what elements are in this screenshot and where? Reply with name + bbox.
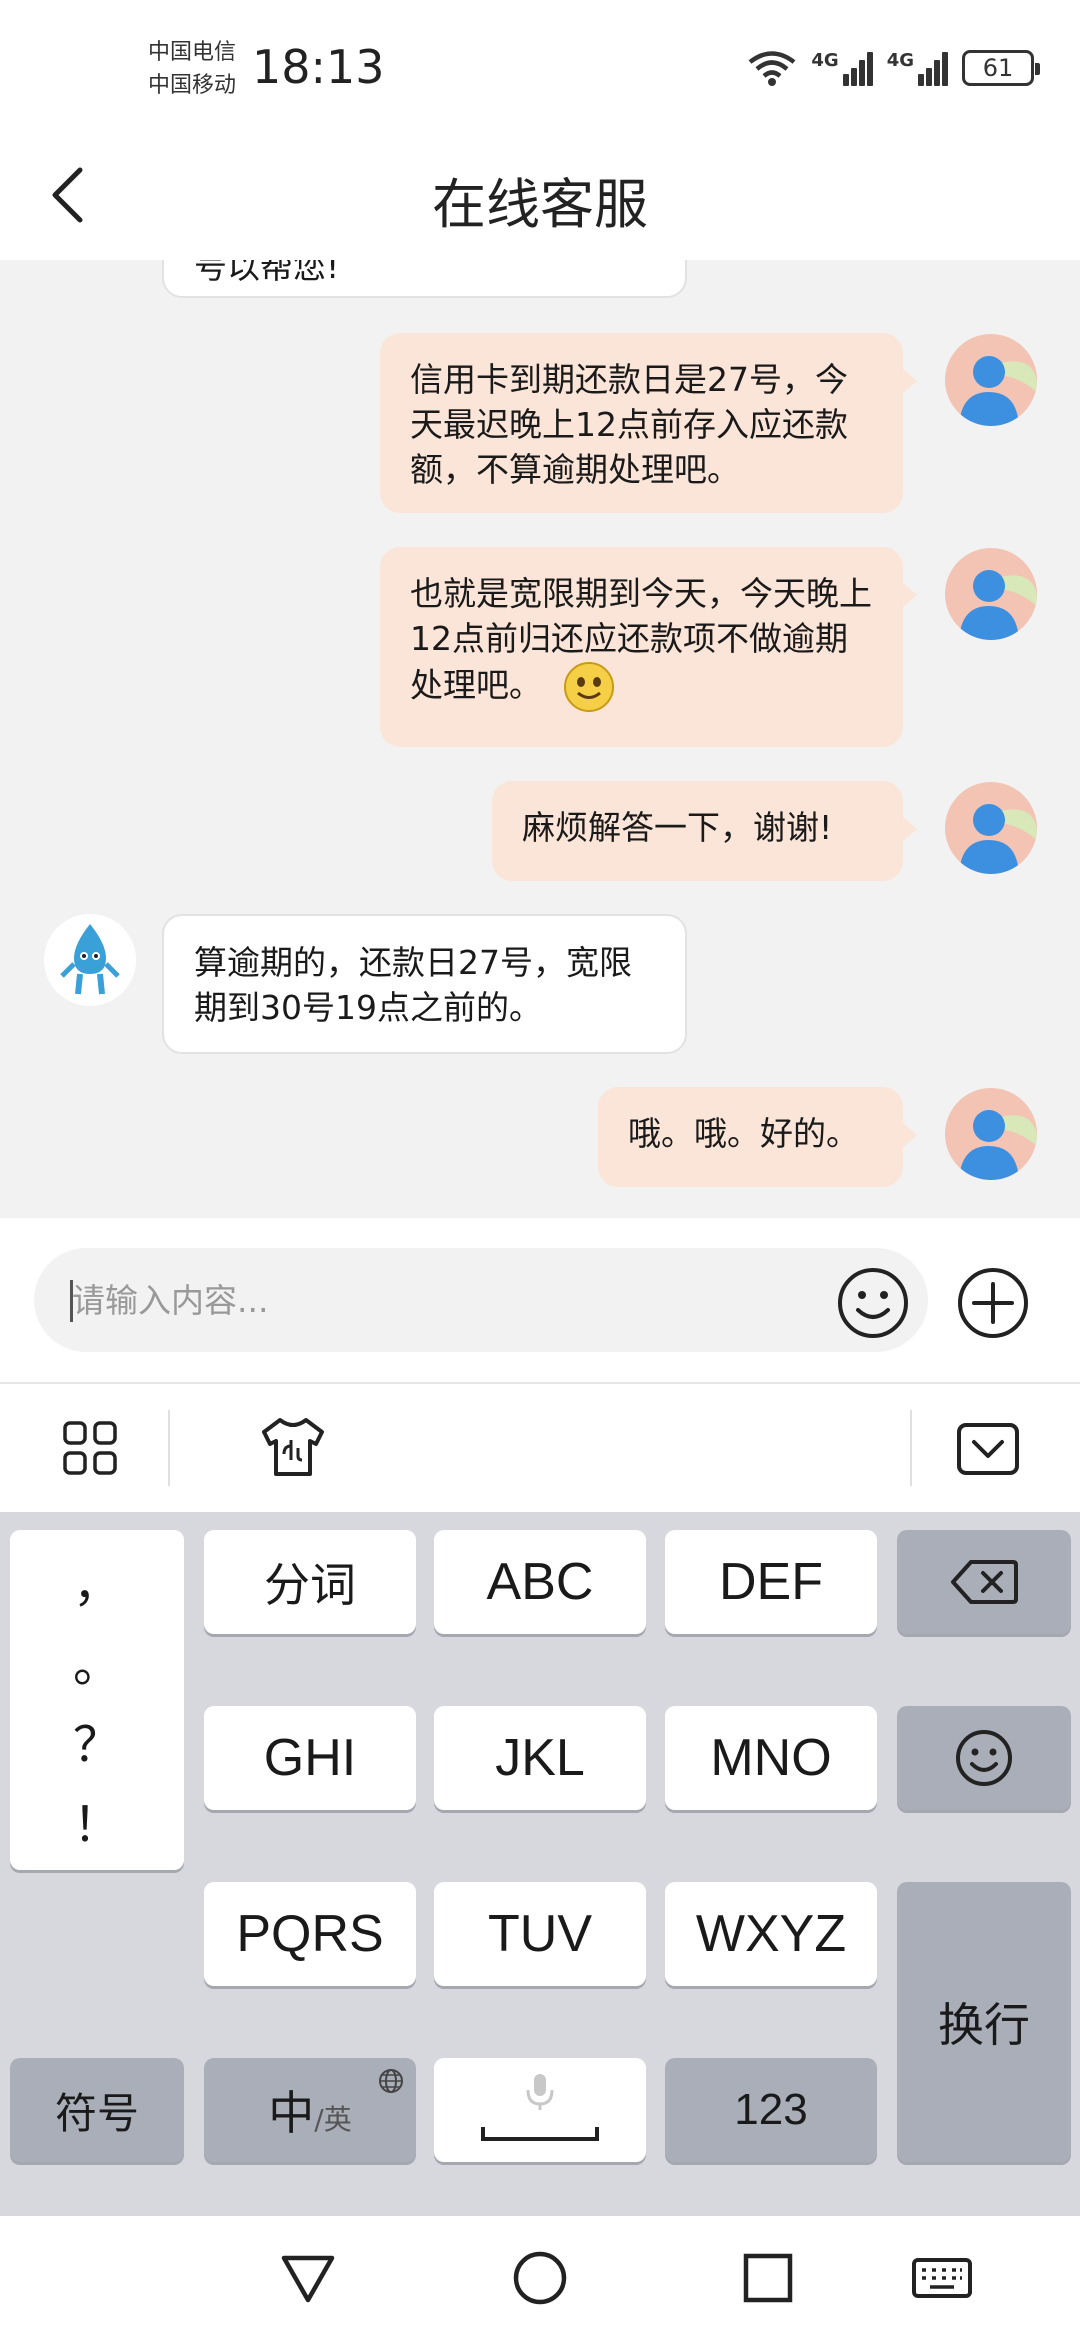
symbols-key[interactable]: 符号: [10, 2058, 184, 2162]
user-avatar-icon[interactable]: [945, 782, 1037, 874]
carrier-names: 中国电信 中国移动: [148, 36, 236, 102]
lang-main-label: 中: [268, 2086, 315, 2140]
user-avatar-icon[interactable]: [945, 334, 1037, 426]
message-input[interactable]: [72, 1248, 832, 1352]
message-text: 号以帮您!: [194, 260, 340, 286]
carrier-1: 中国电信: [148, 40, 237, 65]
key-mno[interactable]: MNO: [665, 1706, 877, 1810]
chat-messages[interactable]: 号以帮您! 信用卡到期还款日是27号，今天最迟晚上12点前存入应还款额，不算逾期…: [0, 260, 1080, 1218]
punctuation-key-column: ， 。 ？ ！: [10, 1530, 184, 1870]
backspace-icon: [951, 1560, 1018, 1604]
wifi-icon: [749, 51, 796, 86]
add-attachment-icon[interactable]: [956, 1266, 1030, 1340]
key-tuv[interactable]: TUV: [434, 1882, 646, 1986]
battery-level: 61: [982, 54, 1014, 82]
toolbar-divider: [910, 1410, 912, 1486]
message-bubble-partial: 号以帮您!: [162, 260, 687, 298]
punct-key-exclaim[interactable]: ！: [73, 1785, 121, 1855]
punct-key-comma[interactable]: ，: [73, 1545, 121, 1615]
message-text: 哦。哦。好的。: [628, 1114, 859, 1153]
message-bubble-bot: 算逾期的，还款日27号，宽限期到30号19点之前的。: [162, 914, 687, 1054]
lang-sub-label: /英: [314, 2103, 352, 2136]
key-wxyz[interactable]: WXYZ: [665, 1882, 877, 1986]
carrier-2: 中国移动: [148, 73, 237, 98]
skin-theme-icon[interactable]: [258, 1414, 328, 1480]
user-avatar-icon[interactable]: [945, 1088, 1037, 1180]
page-title: 在线客服: [432, 173, 648, 236]
message-input-bar: [0, 1218, 1080, 1384]
hide-keyboard-icon[interactable]: [956, 1422, 1020, 1476]
key-pqrs[interactable]: PQRS: [204, 1882, 416, 1986]
enter-key[interactable]: 换行: [897, 1882, 1071, 2162]
space-key[interactable]: [434, 2058, 646, 2162]
network-type-2: 4G: [886, 50, 914, 71]
status-icons: 4G 4G 61: [747, 48, 1040, 88]
message-field[interactable]: [34, 1248, 928, 1352]
key-def[interactable]: DEF: [665, 1530, 877, 1634]
nav-keyboard-icon[interactable]: [908, 2244, 976, 2312]
message-text: 信用卡到期还款日是27号，今天最迟晚上12点前存入应还款额，不算逾期处理吧。: [410, 360, 848, 489]
nav-recents-icon[interactable]: [734, 2244, 802, 2312]
t9-keyboard: ， 。 ？ ！ 分词 ABC DEF GHI JKL MNO PQRS TUV …: [0, 1512, 1080, 2216]
key-segment[interactable]: 分词: [204, 1530, 416, 1634]
smiley-icon: [956, 1730, 1012, 1786]
signal-1-icon: 4G: [811, 50, 873, 86]
language-switch-key[interactable]: 中/英: [204, 2058, 416, 2162]
nav-home-icon[interactable]: [506, 2244, 574, 2312]
message-bubble-user: 哦。哦。好的。: [598, 1087, 917, 1187]
user-avatar-icon[interactable]: [945, 548, 1037, 640]
system-nav-bar: [0, 2216, 1080, 2340]
nav-back-icon[interactable]: [274, 2244, 342, 2312]
emoji-key[interactable]: [897, 1706, 1071, 1810]
bot-avatar-icon[interactable]: [44, 914, 136, 1006]
microphone-icon: [526, 2074, 554, 2110]
key-ghi[interactable]: GHI: [204, 1706, 416, 1810]
keyboard-toolbar: [0, 1384, 1080, 1512]
toolbar-divider: [168, 1410, 170, 1486]
space-bar-icon: [481, 2127, 599, 2141]
clock: 18:13: [252, 40, 385, 94]
message-text: 算逾期的，还款日27号，宽限期到30号19点之前的。: [194, 943, 632, 1027]
message-text: 麻烦解答一下，谢谢!: [522, 808, 833, 847]
message-bubble-user: 也就是宽限期到今天，今天晚上12点前归还应还款项不做逾期处理吧。: [380, 547, 917, 747]
message-bubble-user: 信用卡到期还款日是27号，今天最迟晚上12点前存入应还款额，不算逾期处理吧。: [380, 333, 917, 513]
punct-key-period[interactable]: 。: [73, 1625, 121, 1695]
battery-icon: 61: [962, 50, 1040, 86]
emoji-icon[interactable]: [836, 1266, 910, 1340]
signal-2-icon: 4G: [887, 50, 948, 86]
smiley-emoji-icon: [563, 662, 614, 712]
status-bar: 中国电信 中国移动 18:13 4G 4G 61: [0, 0, 1080, 130]
numbers-key[interactable]: 123: [665, 2058, 877, 2162]
backspace-key[interactable]: [897, 1530, 1071, 1634]
message-text: 也就是宽限期到今天，今天晚上12点前归还应还款项不做逾期处理吧。: [410, 574, 872, 705]
keyboard-menu-grid-icon[interactable]: [62, 1420, 118, 1476]
app-header: 在线客服: [0, 130, 1080, 260]
key-jkl[interactable]: JKL: [434, 1706, 646, 1810]
key-abc[interactable]: ABC: [434, 1530, 646, 1634]
globe-icon: [379, 2069, 403, 2093]
message-bubble-user: 麻烦解答一下，谢谢!: [492, 781, 917, 881]
network-type-1: 4G: [811, 50, 839, 71]
punct-key-question[interactable]: ？: [73, 1705, 121, 1775]
